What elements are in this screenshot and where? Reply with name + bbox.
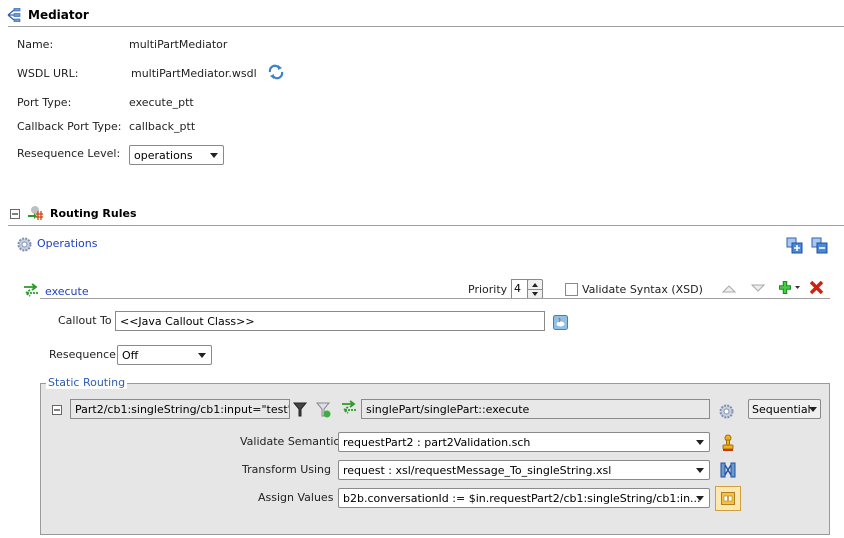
- gear-icon[interactable]: [719, 404, 734, 419]
- execution-type-value: Sequential: [752, 403, 811, 416]
- resequence-select[interactable]: Off: [117, 345, 212, 365]
- move-down-icon[interactable]: [751, 284, 765, 293]
- target-routing-icon: [342, 400, 356, 414]
- resequence-value: Off: [122, 349, 139, 362]
- chevron-down-icon: [696, 440, 704, 445]
- add-icon[interactable]: [778, 280, 802, 296]
- mediator-icon: [7, 8, 21, 22]
- assign-values-label: Assign Values: [258, 491, 334, 504]
- transformation-map-icon[interactable]: [720, 462, 736, 478]
- spin-down-icon[interactable]: [532, 292, 538, 296]
- divider: [8, 26, 844, 27]
- collapse-all-icon[interactable]: [811, 237, 828, 254]
- gear-icon: [17, 237, 32, 252]
- validate-semantic-value: requestPart2 : part2Validation.sch: [343, 436, 531, 449]
- callback-port-type-value: callback_ptt: [129, 120, 196, 133]
- spinner-divider: [528, 289, 542, 290]
- name-value: multiPartMediator: [129, 38, 228, 51]
- chevron-down-icon: [198, 353, 206, 358]
- chevron-down-icon: [696, 496, 704, 501]
- collapse-icon[interactable]: [52, 405, 62, 415]
- execution-type-select[interactable]: Sequential: [748, 399, 821, 419]
- chevron-down-icon: [809, 407, 817, 412]
- transform-select[interactable]: request : xsl/requestMessage_To_singleSt…: [338, 460, 710, 480]
- chevron-down-icon: [210, 153, 218, 158]
- operation-name-link[interactable]: execute: [45, 285, 89, 298]
- chevron-down-icon: [696, 468, 704, 473]
- port-type-label: Port Type:: [17, 96, 72, 109]
- move-up-icon[interactable]: [722, 284, 736, 293]
- resequence-level-value: operations: [134, 149, 193, 162]
- name-label: Name:: [17, 38, 54, 51]
- filter-icon[interactable]: [293, 402, 307, 417]
- wsdl-url-value: multiPartMediator.wsdl: [131, 67, 257, 80]
- assign-values-value: b2b.conversationId := $in.requestPart2/c…: [343, 492, 701, 505]
- priority-label: Priority: [468, 283, 508, 296]
- java-callout-browse-icon[interactable]: [553, 315, 568, 330]
- validate-semantic-select[interactable]: requestPart2 : part2Validation.sch: [338, 432, 710, 452]
- validate-syntax-label: Validate Syntax (XSD): [582, 283, 703, 296]
- transform-value: request : xsl/requestMessage_To_singleSt…: [343, 464, 612, 477]
- mediator-title: Mediator: [28, 8, 89, 22]
- priority-spinner[interactable]: [527, 279, 543, 299]
- target-service-input[interactable]: singlePart/singlePart::execute: [361, 399, 710, 419]
- collapse-icon[interactable]: [10, 209, 20, 219]
- clear-filter-icon[interactable]: [316, 402, 332, 418]
- routing-rules-title: Routing Rules: [50, 207, 137, 220]
- transform-label: Transform Using: [242, 463, 332, 476]
- port-type-value: execute_ptt: [129, 96, 194, 109]
- operation-routing-icon: [24, 283, 38, 297]
- divider: [8, 225, 844, 226]
- filter-expression-input[interactable]: Part2/cb1:singleString/cb1:input="test": [70, 399, 290, 419]
- assign-values-select[interactable]: b2b.conversationId := $in.requestPart2/c…: [338, 488, 710, 508]
- refresh-wsdl-icon[interactable]: [267, 64, 285, 80]
- resequence-level-select[interactable]: operations: [129, 145, 224, 165]
- expand-all-icon[interactable]: [786, 237, 803, 254]
- resequence-label: Resequence: [49, 348, 116, 361]
- stamp-icon[interactable]: [721, 434, 735, 452]
- resequence-level-label: Resequence Level:: [17, 147, 121, 160]
- validate-semantic-label: Validate Semantic: [240, 435, 340, 448]
- operations-link[interactable]: Operations: [37, 237, 97, 250]
- static-routing-legend: Static Routing: [46, 376, 128, 389]
- callout-input[interactable]: <<Java Callout Class>>: [115, 311, 545, 331]
- divider: [40, 298, 830, 299]
- callout-label: Callout To: [58, 314, 112, 327]
- assign-values-button[interactable]: [715, 486, 741, 511]
- assign-icon: [721, 492, 735, 505]
- validate-syntax-checkbox[interactable]: [565, 283, 578, 296]
- spin-up-icon[interactable]: [532, 283, 538, 287]
- wsdl-url-label: WSDL URL:: [17, 67, 79, 80]
- routing-rules-icon: [28, 206, 43, 220]
- delete-icon[interactable]: [809, 280, 824, 295]
- callback-port-type-label: Callback Port Type:: [17, 120, 122, 133]
